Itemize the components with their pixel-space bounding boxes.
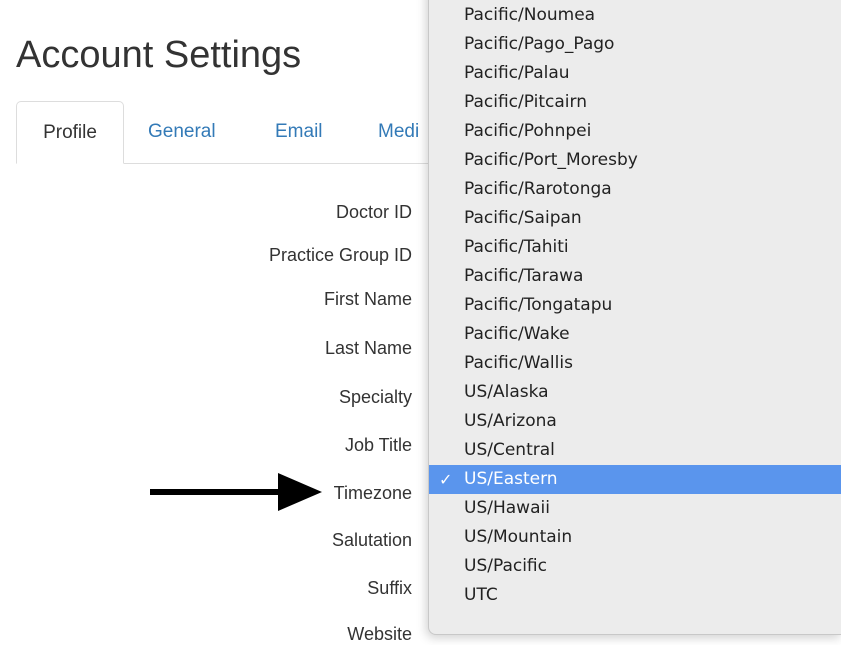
timezone-option[interactable]: Pacific/Pago_Pago — [429, 30, 841, 59]
timezone-option[interactable]: Pacific/Tahiti — [429, 233, 841, 262]
timezone-option[interactable]: UTC — [429, 581, 841, 610]
practice-group-id-label: Practice Group ID — [268, 245, 412, 265]
specialty-label: Specialty — [338, 387, 412, 407]
timezone-option-label: US/Eastern — [464, 469, 558, 489]
timezone-option[interactable]: Pacific/Noumea — [429, 1, 841, 30]
salutation-label: Salutation — [331, 530, 412, 550]
timezone-option-selected[interactable]: ✓ US/Eastern — [429, 465, 841, 494]
timezone-option[interactable]: Pacific/Port_Moresby — [429, 146, 841, 175]
timezone-dropdown-menu[interactable]: Pacific/Noumea Pacific/Pago_Pago Pacific… — [428, 0, 841, 635]
timezone-option[interactable]: Pacific/Wallis — [429, 349, 841, 378]
timezone-option[interactable]: US/Alaska — [429, 378, 841, 407]
last-name-label: Last Name — [324, 338, 412, 358]
timezone-option[interactable]: US/Mountain — [429, 523, 841, 552]
page-title: Account Settings — [16, 34, 302, 76]
suffix-label: Suffix — [367, 578, 412, 598]
tab-email[interactable]: Email — [275, 101, 323, 163]
timezone-option[interactable]: US/Pacific — [429, 552, 841, 581]
timezone-option[interactable]: Pacific/Pohnpei — [429, 117, 841, 146]
timezone-option[interactable]: US/Hawaii — [429, 494, 841, 523]
website-label: Website — [347, 624, 412, 644]
tab-general[interactable]: General — [148, 101, 216, 163]
job-title-label: Job Title — [344, 435, 412, 455]
timezone-option[interactable]: Pacific/Wake — [429, 320, 841, 349]
timezone-option[interactable]: US/Central — [429, 436, 841, 465]
timezone-option[interactable]: Pacific/Tongatapu — [429, 291, 841, 320]
timezone-option[interactable]: Pacific/Rarotonga — [429, 175, 841, 204]
timezone-option[interactable]: Pacific/Tarawa — [429, 262, 841, 291]
arrow-right-icon — [150, 473, 322, 511]
checkmark-icon: ✓ — [439, 470, 453, 489]
tab-profile[interactable]: Profile — [16, 101, 124, 164]
timezone-option[interactable]: Pacific/Palau — [429, 59, 841, 88]
timezone-option[interactable]: Pacific/Saipan — [429, 204, 841, 233]
timezone-option[interactable]: Pacific/Pitcairn — [429, 88, 841, 117]
doctor-id-label: Doctor ID — [335, 202, 412, 222]
timezone-option[interactable]: US/Arizona — [429, 407, 841, 436]
tab-medi[interactable]: Medi — [378, 101, 419, 163]
settings-tabs: Profile General Email Medi — [16, 101, 446, 164]
first-name-label: First Name — [323, 289, 412, 309]
timezone-label: Timezone — [333, 483, 412, 503]
